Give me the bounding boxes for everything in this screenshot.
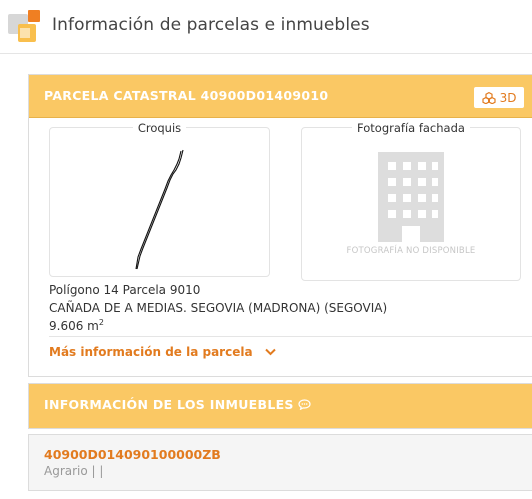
property-item[interactable]: 40900D014090100000ZB Agrario | | xyxy=(28,434,532,491)
parcel-sketch xyxy=(135,149,184,270)
property-use: Agrario | | xyxy=(44,464,104,478)
facade-photo-box: Fotografía fachada FOTOGRAFÍA NO DISPONI… xyxy=(301,121,521,281)
no-photo-text: FOTOGRAFÍA NO DISPONIBLE xyxy=(346,246,476,256)
sketch-box[interactable]: Croquis xyxy=(49,121,270,277)
parcel-panel-header: PARCELA CATASTRAL 40900D01409010 3D xyxy=(29,75,532,118)
parcel-area-value: 9.606 m xyxy=(49,319,99,333)
page-title: Información de parcelas e inmuebles xyxy=(52,15,370,35)
app-header: Información de parcelas e inmuebles xyxy=(0,0,532,54)
view-3d-label: 3D xyxy=(499,90,517,105)
properties-panel-header[interactable]: INFORMACIÓN DE LOS INMUEBLES xyxy=(29,384,532,428)
speech-bubble-icon xyxy=(298,399,311,411)
properties-title: INFORMACIÓN DE LOS INMUEBLES xyxy=(44,397,311,412)
view-3d-button[interactable]: 3D xyxy=(474,87,524,108)
parcel-area: 9.606 m2 xyxy=(49,318,104,333)
parcel-address: CAÑADA DE A MEDIAS. SEGOVIA (MADRONA) (S… xyxy=(49,301,388,315)
building-icon xyxy=(378,152,444,242)
parcel-area-unit: 2 xyxy=(98,318,104,327)
parcel-title: PARCELA CATASTRAL 40900D01409010 xyxy=(44,88,329,103)
parcel-panel: PARCELA CATASTRAL 40900D01409010 3D Croq… xyxy=(28,74,532,377)
3d-cubes-icon xyxy=(481,91,496,104)
property-reference-link[interactable]: 40900D014090100000ZB xyxy=(44,447,221,462)
properties-title-text: INFORMACIÓN DE LOS INMUEBLES xyxy=(44,397,294,412)
more-parcel-info-label: Más información de la parcela xyxy=(49,345,253,359)
divider xyxy=(49,336,532,337)
more-parcel-info-link[interactable]: Más información de la parcela xyxy=(49,345,276,359)
parcel-location: Polígono 14 Parcela 9010 xyxy=(49,283,201,297)
chevron-down-icon xyxy=(264,348,276,356)
app-logo-icon xyxy=(8,10,40,44)
photo-label: Fotografía fachada xyxy=(352,121,470,135)
properties-panel: INFORMACIÓN DE LOS INMUEBLES xyxy=(28,383,532,429)
